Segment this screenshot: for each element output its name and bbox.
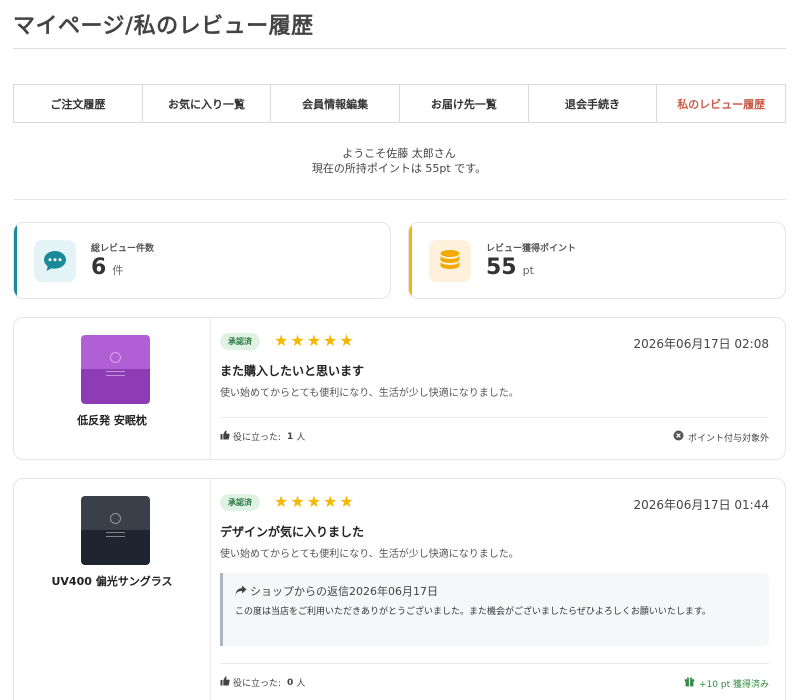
tab-favorites[interactable]: お気に入り一覧 [143, 85, 272, 122]
stat-accent-bar [409, 223, 412, 298]
thumbs-up-icon [220, 430, 230, 443]
product-name[interactable]: 低反発 安眠枕 [14, 412, 210, 428]
helpful-count: 役に立った: 1 人 [220, 430, 305, 443]
gift-icon [684, 676, 695, 690]
tab-my-reviews[interactable]: 私のレビュー履歴 [657, 85, 785, 122]
review-text: 使い始めてからとても便利になり、生活が少し快適になりました。 [220, 549, 519, 560]
review-text: 使い始めてからとても便利になり、生活が少し快適になりました。 [220, 388, 519, 399]
tab-withdrawal[interactable]: 退会手続き [529, 85, 658, 122]
coins-icon [429, 240, 471, 282]
welcome-points: 現在の所持ポイントは 55pt です。 [311, 162, 487, 175]
review-date: 2026年06月17日 01:44 [633, 498, 769, 512]
status-badge: 承認済 [220, 333, 260, 350]
reply-arrow-icon [235, 585, 247, 598]
product-image[interactable] [81, 496, 150, 565]
review-title: また購入したいと思います [220, 364, 365, 378]
star-rating: ★★★★★ [274, 492, 356, 511]
welcome-message: ようこそ佐藤 太郎さん 現在の所持ポイントは 55pt です。 [0, 146, 798, 176]
title-divider [13, 48, 786, 49]
helpful-count: 役に立った: 0 人 [220, 676, 305, 689]
review-date: 2026年06月17日 02:08 [633, 337, 769, 351]
close-circle-icon [673, 430, 684, 444]
shop-reply: ショップからの返信2026年06月17日 この度は当店をご利用いただきありがとう… [220, 573, 769, 646]
star-rating: ★★★★★ [274, 331, 356, 350]
stat-card-review-points: レビュー獲得ポイント 55 pt [408, 222, 786, 299]
stat-accent-bar [14, 223, 17, 298]
stat-value: 6件 [91, 255, 124, 280]
section-divider [13, 199, 786, 200]
review-card: UV400 偏光サングラス 承認済 ★★★★★ 2026年06月17日 01:4… [13, 478, 786, 700]
welcome-greeting: ようこそ佐藤 太郎さん [342, 147, 456, 160]
tab-shipping-addresses[interactable]: お届け先一覧 [400, 85, 529, 122]
stat-card-total-reviews: 総レビュー件数 6件 [13, 222, 391, 299]
comment-icon [34, 240, 76, 282]
product-name[interactable]: UV400 偏光サングラス [14, 573, 210, 589]
page-title: マイページ/私のレビュー履歴 [13, 14, 314, 39]
points-status: ポイント付与対象外 [673, 430, 769, 444]
shop-reply-text: この度は当店をご利用いただきありがとうございました。また機会がございましたらぜひ… [235, 607, 711, 617]
stat-label: レビュー獲得ポイント [486, 244, 577, 254]
product-image[interactable] [81, 335, 150, 404]
thumbs-up-icon [220, 676, 230, 689]
mypage-tabs: ご注文履歴 お気に入り一覧 会員情報編集 お届け先一覧 退会手続き 私のレビュー… [13, 84, 786, 123]
tab-order-history[interactable]: ご注文履歴 [14, 85, 143, 122]
shop-reply-header: ショップからの返信2026年06月17日 [235, 583, 438, 599]
points-status: +10 pt 獲得済み [684, 676, 769, 690]
stat-value: 55 pt [486, 255, 534, 280]
review-title: デザインが気に入りました [220, 525, 365, 539]
review-card: 低反発 安眠枕 承認済 ★★★★★ 2026年06月17日 02:08 また購入… [13, 317, 786, 460]
stat-label: 総レビュー件数 [91, 244, 155, 254]
tab-member-info[interactable]: 会員情報編集 [271, 85, 401, 122]
status-badge: 承認済 [220, 494, 260, 511]
